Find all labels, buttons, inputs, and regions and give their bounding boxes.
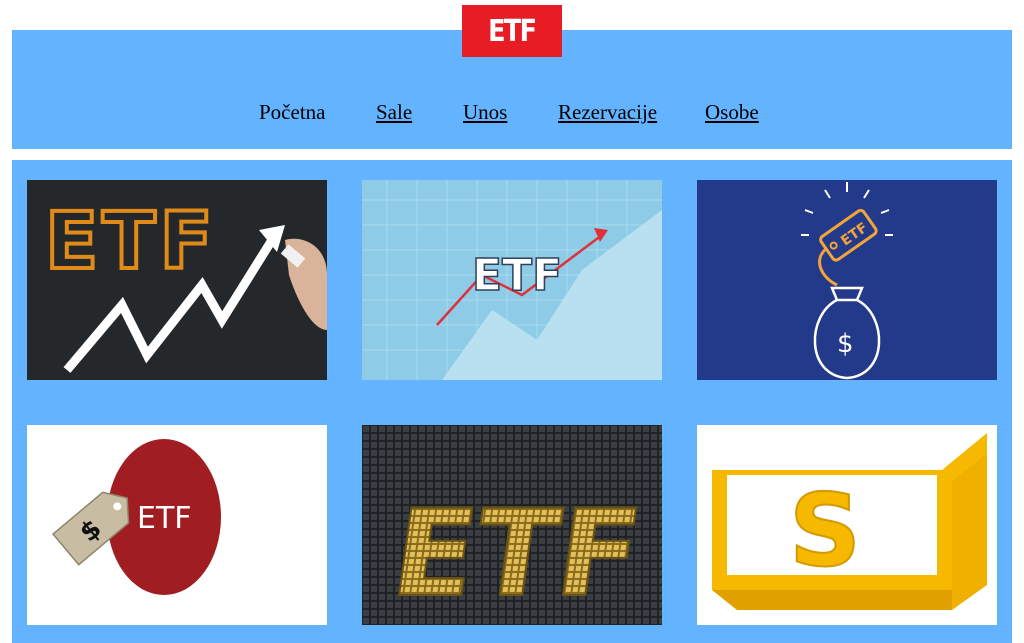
chalkboard-arrow-image: ETF <box>27 180 327 380</box>
image-gallery: ETF ETF ETF $ ETF $ ETF S <box>12 160 1012 643</box>
etf-logo[interactable]: ETF <box>462 5 562 57</box>
gallery-image-chalkboard-arrow[interactable]: ETF <box>27 180 327 380</box>
money-bag-tag-image: ETF $ <box>697 180 997 380</box>
nav-item-unos[interactable]: Unos <box>463 100 507 124</box>
nav-item-sale[interactable]: Sale <box>376 100 412 124</box>
gallery-image-price-tag-circle[interactable]: ETF $ <box>27 425 327 625</box>
tile-text: ETF <box>45 197 217 287</box>
tile-text: ETF <box>472 250 562 301</box>
gallery-image-money-bag-tag[interactable]: ETF $ <box>697 180 997 380</box>
gold-cubes-image: ETF <box>362 425 662 625</box>
dollar-icon: $ <box>837 329 854 359</box>
gallery-image-line-chart[interactable]: ETF <box>362 180 662 380</box>
nav-item-pocetna[interactable]: Početna <box>259 100 325 124</box>
tile-text: ETF <box>137 501 192 536</box>
logo-text: ETF <box>488 13 537 49</box>
tile-text: S <box>789 472 861 589</box>
gallery-image-yellow-box-s[interactable]: S <box>697 425 997 625</box>
line-chart-image: ETF <box>362 180 662 380</box>
price-tag-circle-image: ETF $ <box>27 425 327 625</box>
nav-item-rezervacije[interactable]: Rezervacije <box>558 100 657 124</box>
yellow-box-s-image: S <box>697 425 997 625</box>
nav-item-osobe[interactable]: Osobe <box>705 100 759 124</box>
gallery-image-gold-cubes[interactable]: ETF <box>362 425 662 625</box>
tile-text: ETF <box>384 485 649 624</box>
